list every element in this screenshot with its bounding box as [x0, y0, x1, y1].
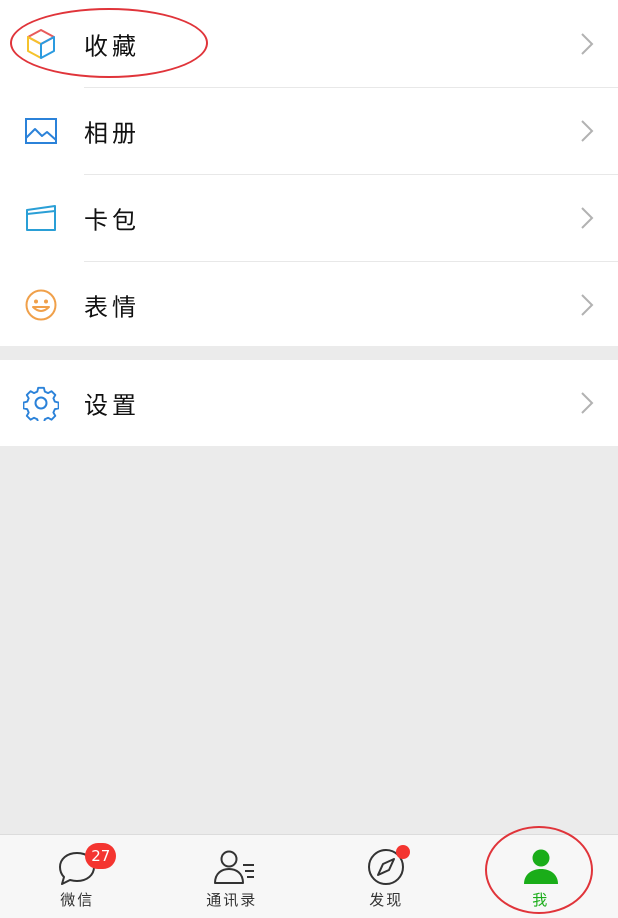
menu-item-label: 收藏 — [84, 32, 140, 60]
menu-item-favorites[interactable]: 收藏 — [0, 0, 618, 87]
album-picture-icon — [22, 112, 60, 150]
chat-bubble-icon: 27 — [57, 843, 117, 887]
tab-label: 通讯录 — [206, 891, 258, 909]
menu-item-label: 表情 — [84, 293, 140, 321]
menu-item-stickers[interactable]: 表情 — [0, 261, 618, 348]
unread-count-badge: 27 — [85, 843, 117, 869]
bottom-tab-bar: 27 微信 通讯录 发现 我 — [0, 834, 618, 918]
menu-item-settings[interactable]: 设置 — [0, 360, 618, 446]
menu-item-label: 相册 — [84, 119, 140, 147]
sticker-smiley-icon — [22, 286, 60, 324]
new-content-dot — [396, 845, 411, 859]
menu-item-label: 卡包 — [84, 206, 140, 234]
chevron-right-icon — [581, 206, 594, 229]
tab-chats[interactable]: 27 微信 — [0, 835, 155, 918]
tab-label: 发现 — [369, 891, 404, 909]
contacts-icon — [212, 847, 254, 887]
settings-gear-icon — [22, 384, 60, 422]
chevron-right-icon — [581, 32, 594, 55]
tab-contacts[interactable]: 通讯录 — [155, 835, 310, 918]
menu-item-card-wallet[interactable]: 卡包 — [0, 174, 618, 261]
menu-item-label: 设置 — [84, 391, 140, 420]
menu-group-main: 收藏 相册 卡包 表情 — [0, 0, 618, 346]
tab-label: 微信 — [60, 891, 95, 909]
menu-item-album[interactable]: 相册 — [0, 87, 618, 174]
tab-label: 我 — [532, 891, 550, 909]
me-page: 收藏 相册 卡包 表情 设置 27 微信 通讯录 发现 我 — [0, 0, 618, 918]
tab-discover[interactable]: 发现 — [309, 835, 464, 918]
favorites-cube-icon — [22, 25, 60, 63]
chevron-right-icon — [581, 293, 594, 316]
menu-group-settings: 设置 — [0, 360, 618, 446]
chevron-right-icon — [581, 119, 594, 142]
discover-compass-icon — [366, 845, 411, 887]
tab-me[interactable]: 我 — [464, 835, 618, 918]
me-person-icon — [521, 847, 561, 887]
card-wallet-icon — [22, 199, 60, 237]
chevron-right-icon — [581, 392, 594, 414]
